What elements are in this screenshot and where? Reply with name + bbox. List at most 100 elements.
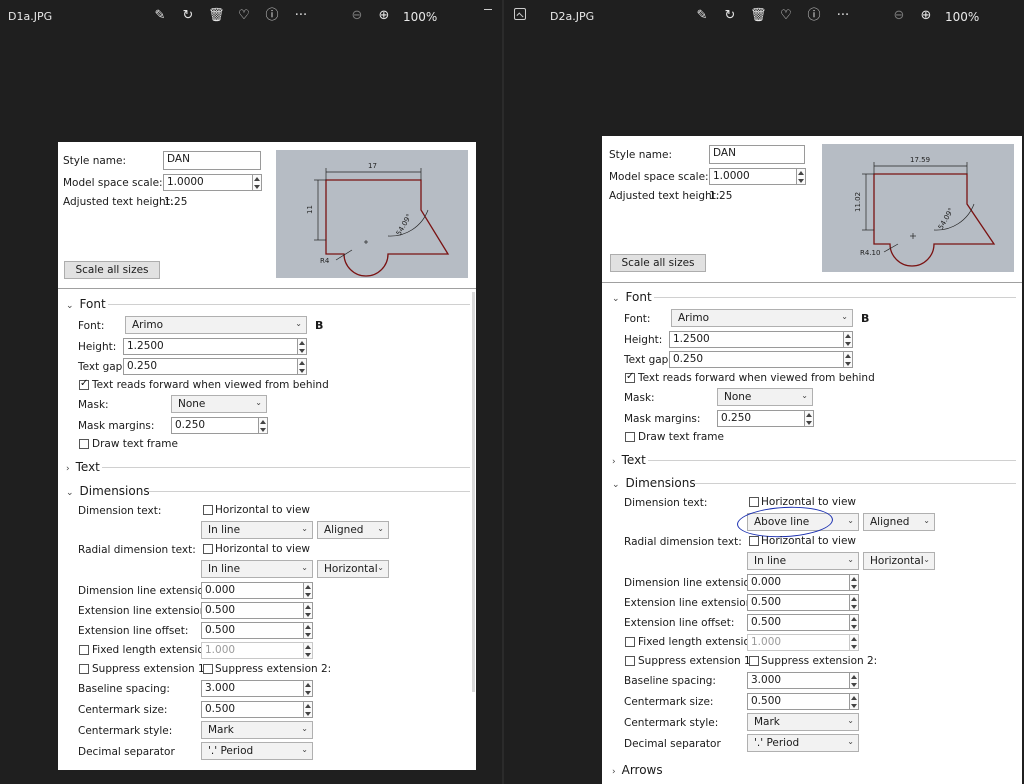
- info-icon[interactable]: ⓘ: [264, 8, 280, 24]
- suppress-extension-1-checkbox[interactable]: [625, 656, 635, 666]
- dimension-line-extension-spinner[interactable]: [850, 574, 859, 591]
- model-space-scale-input[interactable]: 1.0000: [709, 168, 797, 185]
- zoom-in-icon[interactable]: ⊕: [376, 8, 392, 24]
- zoom-in-icon[interactable]: ⊕: [918, 8, 934, 24]
- height-input[interactable]: 1.2500: [123, 338, 298, 355]
- mask-margins-input[interactable]: 0.250: [717, 410, 805, 427]
- font-dropdown[interactable]: Arimo ⌄: [125, 316, 307, 334]
- favorite-heart-icon[interactable]: ♡: [236, 8, 252, 24]
- extension-line-extension-spinner[interactable]: [304, 602, 313, 619]
- fixed-length-extension-spinner[interactable]: [304, 642, 313, 659]
- favorite-heart-icon[interactable]: ♡: [778, 8, 794, 24]
- text-section-header[interactable]: › Text: [66, 460, 100, 474]
- fixed-length-extension-checkbox[interactable]: [79, 645, 89, 655]
- text-section-header[interactable]: › Text: [612, 453, 646, 467]
- extension-line-extension-input[interactable]: 0.500: [747, 594, 850, 611]
- radial-horizontal-to-view-checkbox[interactable]: [749, 536, 759, 546]
- dimensions-section-header[interactable]: ⌄ Dimensions: [612, 476, 696, 490]
- dim-text-alignment-dropdown[interactable]: Aligned ⌄: [317, 521, 389, 539]
- centermark-size-input[interactable]: 0.500: [747, 693, 850, 710]
- arrows-section-header[interactable]: › Arrows: [612, 763, 663, 777]
- model-space-scale-input[interactable]: 1.0000: [163, 174, 253, 191]
- baseline-spacing-input[interactable]: 3.000: [747, 672, 850, 689]
- model-space-scale-spinner[interactable]: [797, 168, 806, 185]
- baseline-spacing-spinner[interactable]: [850, 672, 859, 689]
- text-gap-input[interactable]: 0.250: [669, 351, 844, 368]
- dim-text-position-dropdown[interactable]: In line ⌄: [201, 521, 313, 539]
- dimension-line-extension-input[interactable]: 0.000: [747, 574, 850, 591]
- suppress-extension-2-checkbox[interactable]: [203, 664, 213, 674]
- zoom-out-icon[interactable]: ⊖: [349, 8, 365, 24]
- font-dropdown[interactable]: Arimo ⌄: [671, 309, 853, 327]
- more-options-icon[interactable]: ···: [834, 8, 852, 24]
- text-gap-spinner[interactable]: [844, 351, 853, 368]
- draw-text-frame-checkbox[interactable]: [79, 439, 89, 449]
- edit-image-icon[interactable]: ✎: [694, 8, 710, 24]
- extension-line-extension-spinner[interactable]: [850, 594, 859, 611]
- mask-dropdown[interactable]: None ⌄: [717, 388, 813, 406]
- decimal-separator-dropdown[interactable]: '.' Period ⌄: [747, 734, 859, 752]
- dim-text-alignment-dropdown[interactable]: Aligned ⌄: [863, 513, 935, 531]
- suppress-extension-2-checkbox[interactable]: [749, 656, 759, 666]
- radial-position-dropdown[interactable]: In line ⌄: [747, 552, 859, 570]
- centermark-size-spinner[interactable]: [304, 701, 313, 718]
- dimension-line-extension-spinner[interactable]: [304, 582, 313, 599]
- bold-toggle[interactable]: B: [861, 312, 869, 325]
- fixed-length-extension-spinner[interactable]: [850, 634, 859, 651]
- fixed-length-extension-checkbox[interactable]: [625, 637, 635, 647]
- style-name-input[interactable]: DAN: [163, 151, 261, 170]
- height-input[interactable]: 1.2500: [669, 331, 844, 348]
- delete-icon[interactable]: 🗑: [750, 8, 767, 24]
- more-options-icon[interactable]: ···: [292, 8, 310, 24]
- mask-dropdown[interactable]: None ⌄: [171, 395, 267, 413]
- extension-line-offset-input[interactable]: 0.500: [747, 614, 850, 631]
- fixed-length-extension-input[interactable]: 1.000: [201, 642, 304, 659]
- model-space-scale-spinner[interactable]: [253, 174, 262, 191]
- dimension-line-extension-input[interactable]: 0.000: [201, 582, 304, 599]
- centermark-style-dropdown[interactable]: Mark ⌄: [747, 713, 859, 731]
- radial-horizontal-to-view-checkbox[interactable]: [203, 544, 213, 554]
- dimensions-section-header[interactable]: ⌄ Dimensions: [66, 484, 150, 498]
- font-section-header[interactable]: ⌄ Font: [612, 290, 652, 304]
- radial-position-dropdown[interactable]: In line ⌄: [201, 560, 313, 578]
- dim-horizontal-to-view-checkbox[interactable]: [749, 497, 759, 507]
- extension-line-offset-input[interactable]: 0.500: [201, 622, 304, 639]
- zoom-out-icon[interactable]: ⊖: [891, 8, 907, 24]
- edit-image-icon[interactable]: ✎: [152, 8, 168, 24]
- draw-text-frame-checkbox[interactable]: [625, 432, 635, 442]
- delete-icon[interactable]: 🗑: [208, 8, 225, 24]
- radial-alignment-dropdown[interactable]: Horizontal ⌄: [317, 560, 389, 578]
- baseline-spacing-input[interactable]: 3.000: [201, 680, 304, 697]
- radial-alignment-dropdown[interactable]: Horizontal ⌄: [863, 552, 935, 570]
- scale-all-sizes-button[interactable]: Scale all sizes: [610, 254, 706, 272]
- suppress-extension-1-checkbox[interactable]: [79, 664, 89, 674]
- centermark-size-spinner[interactable]: [850, 693, 859, 710]
- mask-margins-spinner[interactable]: [805, 410, 814, 427]
- minimize-icon[interactable]: [484, 9, 492, 10]
- dim-horizontal-to-view-checkbox[interactable]: [203, 505, 213, 515]
- rotate-icon[interactable]: ↻: [180, 8, 196, 24]
- baseline-spacing-spinner[interactable]: [304, 680, 313, 697]
- style-name-input[interactable]: DAN: [709, 145, 805, 164]
- height-spinner[interactable]: [844, 331, 853, 348]
- centermark-size-input[interactable]: 0.500: [201, 701, 304, 718]
- reads-forward-checkbox[interactable]: [79, 378, 89, 390]
- text-gap-input[interactable]: 0.250: [123, 358, 298, 375]
- decimal-separator-dropdown[interactable]: '.' Period ⌄: [201, 742, 313, 760]
- scale-all-sizes-button[interactable]: Scale all sizes: [64, 261, 160, 279]
- bold-toggle[interactable]: B: [315, 319, 323, 332]
- fixed-length-extension-input[interactable]: 1.000: [747, 634, 850, 651]
- extension-line-offset-spinner[interactable]: [304, 622, 313, 639]
- mask-margins-input[interactable]: 0.250: [171, 417, 259, 434]
- font-section-header[interactable]: ⌄ Font: [66, 297, 106, 311]
- reads-forward-checkbox[interactable]: [625, 371, 635, 383]
- rotate-icon[interactable]: ↻: [722, 8, 738, 24]
- height-spinner[interactable]: [298, 338, 307, 355]
- extension-line-extension-input[interactable]: 0.500: [201, 602, 304, 619]
- mask-margins-spinner[interactable]: [259, 417, 268, 434]
- extension-line-offset-spinner[interactable]: [850, 614, 859, 631]
- scrollbar[interactable]: [472, 292, 475, 692]
- text-gap-spinner[interactable]: [298, 358, 307, 375]
- info-icon[interactable]: ⓘ: [806, 8, 822, 24]
- centermark-style-dropdown[interactable]: Mark ⌄: [201, 721, 313, 739]
